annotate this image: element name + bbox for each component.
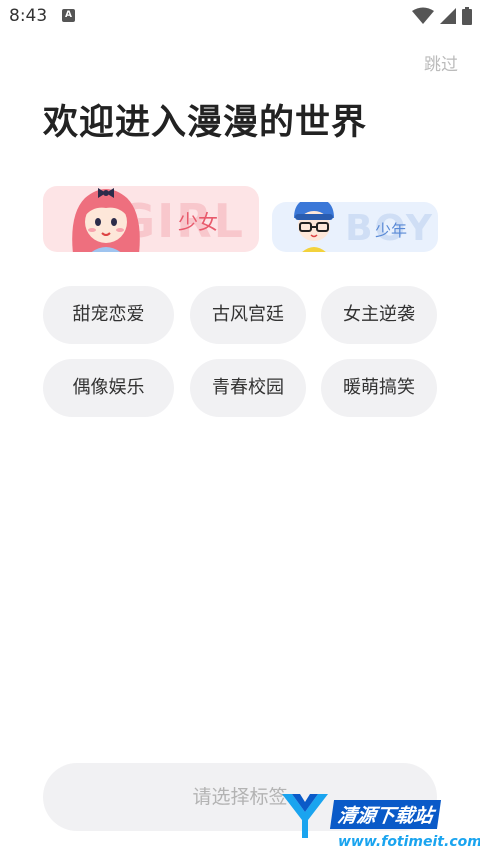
card-label-girl: 少女 [178, 210, 218, 234]
gender-card-boy[interactable]: BOY 少年 [272, 202, 438, 252]
watermark-brand: 清源下载站 [329, 800, 442, 829]
boy-avatar-icon [294, 202, 334, 252]
watermark-logo-icon [282, 794, 328, 838]
gender-card-girl[interactable]: GIRL 少女 [43, 186, 259, 252]
tag-item[interactable]: 暖萌搞笑 [321, 359, 437, 417]
watermark-url: www.fotimeit.com [338, 834, 480, 850]
card-label-boy: 少年 [375, 221, 408, 240]
status-icons [412, 7, 472, 25]
site-watermark: 清源下载站 www.fotimeit.com [280, 788, 480, 853]
tag-item[interactable]: 古风宫廷 [190, 286, 306, 344]
tag-item[interactable]: 女主逆袭 [321, 286, 437, 344]
status-bar: 8:43 A [0, 0, 480, 34]
page-title: 欢迎进入漫漫的世界 [43, 103, 368, 143]
tag-item[interactable]: 偶像娱乐 [43, 359, 174, 417]
battery-icon [462, 7, 472, 25]
girl-avatar-icon [72, 188, 140, 252]
status-time: 8:43 [9, 6, 48, 26]
cell-signal-icon [440, 8, 456, 24]
tag-item[interactable]: 青春校园 [190, 359, 306, 417]
skip-button[interactable]: 跳过 [424, 50, 458, 75]
notification-icon: A [62, 9, 75, 22]
wifi-icon [412, 7, 434, 24]
tag-item[interactable]: 甜宠恋爱 [43, 286, 174, 344]
